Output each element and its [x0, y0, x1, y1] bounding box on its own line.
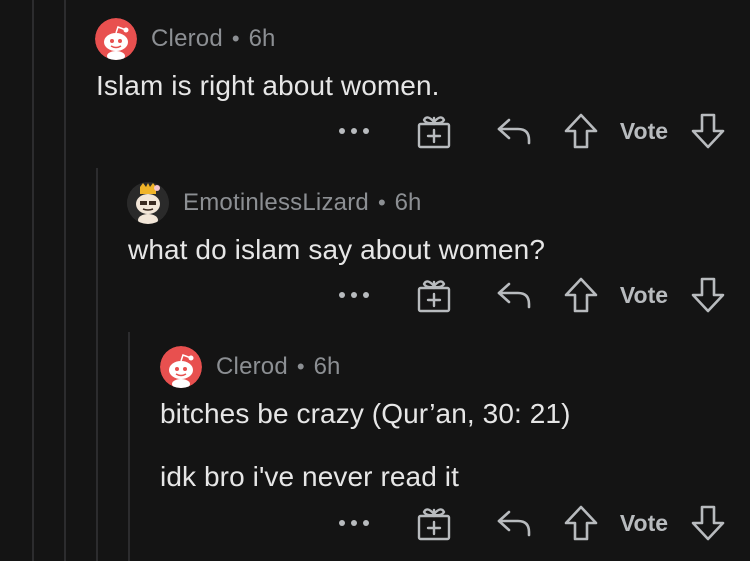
comment: Clerod • 6h bitches be crazy (Qur’an, 30… [0, 330, 750, 561]
comment-actions: Vote [0, 108, 750, 154]
comment-author[interactable]: Clerod [151, 25, 223, 53]
meta-separator: • [377, 190, 386, 215]
comment: Clerod • 6h Islam is right about women. [0, 0, 750, 160]
comment-header: EmotinlessLizard • 6h [127, 181, 421, 225]
comment-actions: Vote [0, 272, 750, 318]
upvote-arrow-icon[interactable] [560, 108, 602, 154]
custom-snoo-avatar-icon[interactable] [127, 182, 169, 224]
award-gift-icon[interactable] [412, 500, 456, 546]
vote-count-label: Vote [619, 117, 669, 144]
more-options-icon[interactable] [334, 272, 374, 318]
upvote-arrow-icon[interactable] [560, 500, 602, 546]
comment-header: Clerod • 6h [160, 345, 340, 389]
comment-age: 6h [394, 189, 422, 216]
meta-separator: • [231, 26, 240, 51]
comment-thread: Clerod • 6h Islam is right about women. [0, 0, 750, 561]
reddit-snoo-avatar-icon[interactable] [160, 346, 202, 388]
comment-body: what do islam say about women? [128, 234, 545, 265]
upvote-arrow-icon[interactable] [560, 272, 602, 318]
more-options-icon[interactable] [334, 108, 374, 154]
comment-actions: Vote [0, 500, 750, 546]
comment-body: Islam is right about women. [96, 70, 440, 101]
vote-count-label: Vote [619, 509, 669, 536]
award-gift-icon[interactable] [412, 108, 456, 154]
vote-count-label: Vote [619, 281, 669, 308]
award-gift-icon[interactable] [412, 272, 456, 318]
more-options-icon[interactable] [334, 500, 374, 546]
reply-arrow-icon[interactable] [493, 272, 535, 318]
comment-body-line: bitches be crazy (Qur’an, 30: 21) [160, 398, 571, 429]
comment-author[interactable]: Clerod [216, 353, 288, 381]
reply-arrow-icon[interactable] [493, 500, 535, 546]
downvote-arrow-icon[interactable] [687, 500, 729, 546]
comment-age: 6h [313, 353, 341, 380]
reply-arrow-icon[interactable] [493, 108, 535, 154]
comment-header: Clerod • 6h [95, 17, 275, 61]
comment: EmotinlessLizard • 6h what do islam say … [0, 160, 750, 330]
meta-separator: • [296, 354, 305, 379]
comment-author[interactable]: EmotinlessLizard [183, 189, 369, 217]
downvote-arrow-icon[interactable] [687, 108, 729, 154]
downvote-arrow-icon[interactable] [687, 272, 729, 318]
comment-body-line: idk bro i've never read it [160, 461, 459, 492]
comment-age: 6h [248, 25, 276, 52]
reddit-snoo-avatar-icon[interactable] [95, 18, 137, 60]
